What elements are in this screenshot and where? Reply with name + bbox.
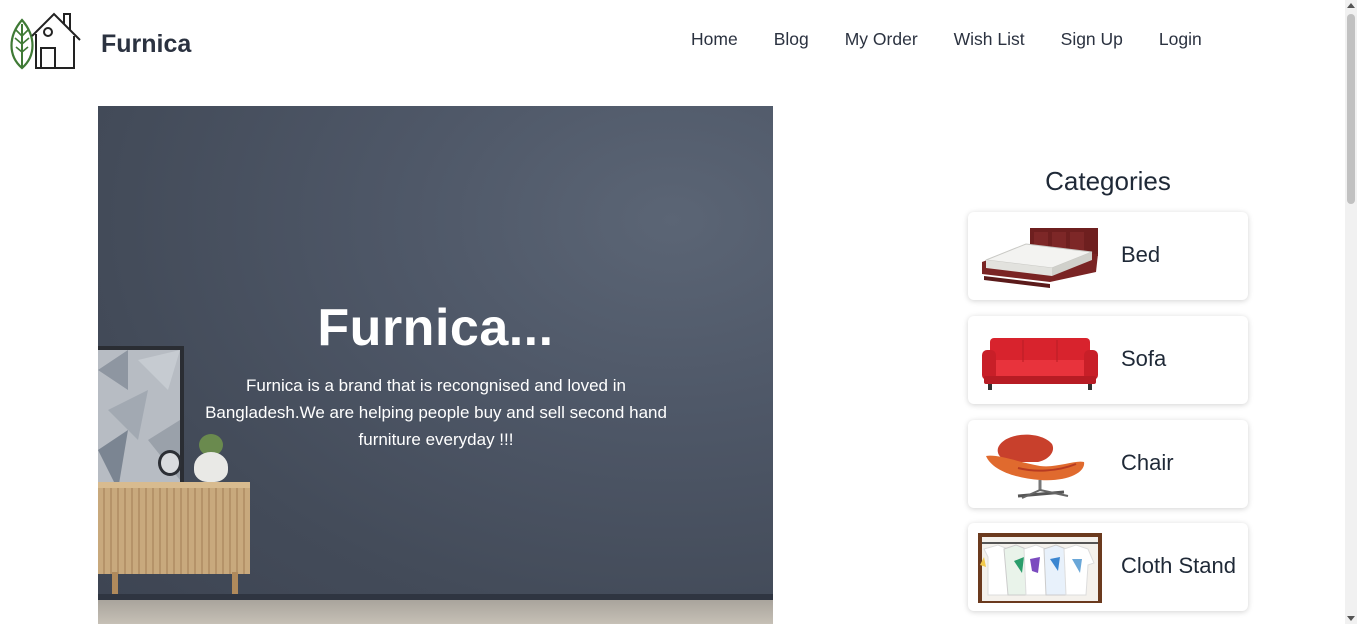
category-label: Chair (1121, 450, 1174, 475)
leaf-house-icon[interactable] (6, 6, 84, 70)
nav-blog[interactable]: Blog (774, 28, 809, 50)
brand-name[interactable]: Furnica (101, 30, 191, 59)
nav-home[interactable]: Home (691, 28, 738, 50)
hero-banner: Furnica... Furnica is a brand that is re… (98, 106, 773, 624)
floor (98, 600, 773, 624)
cabinet-decoration (98, 482, 250, 574)
category-label: Sofa (1121, 346, 1167, 371)
chair-image (986, 434, 1085, 499)
sofa-image (982, 338, 1098, 390)
nav-wish-list[interactable]: Wish List (954, 28, 1025, 50)
clock-decoration (158, 450, 182, 476)
scroll-up-arrow-icon[interactable] (1347, 3, 1355, 8)
site-header: Furnica Home Blog My Order Wish List Sig… (0, 0, 1345, 88)
page: Furnica Home Blog My Order Wish List Sig… (0, 0, 1357, 624)
hero-title: Furnica... (317, 299, 554, 357)
pot-decoration (194, 452, 228, 482)
cloth-stand-image (978, 533, 1102, 603)
nav-login[interactable]: Login (1159, 28, 1202, 50)
nav-my-order[interactable]: My Order (845, 28, 918, 50)
nav-sign-up[interactable]: Sign Up (1061, 28, 1123, 50)
category-label: Cloth Stand (1121, 553, 1236, 578)
categories-title: Categories (1045, 166, 1171, 196)
bed-image (982, 228, 1098, 288)
page-scrollbar[interactable] (1345, 0, 1357, 624)
category-card-cloth-stand[interactable]: Cloth Stand (968, 523, 1248, 611)
category-card-chair[interactable]: Chair (968, 420, 1248, 508)
category-card-bed[interactable]: Bed (968, 212, 1248, 300)
hero-description: Furnica is a brand that is recongnised a… (205, 376, 667, 449)
category-label: Bed (1121, 242, 1161, 267)
category-card-sofa[interactable]: Sofa (968, 316, 1248, 404)
scrollbar-thumb[interactable] (1347, 14, 1355, 204)
scroll-down-arrow-icon[interactable] (1347, 616, 1355, 621)
main-nav: Home Blog My Order Wish List Sign Up Log… (691, 28, 1202, 50)
